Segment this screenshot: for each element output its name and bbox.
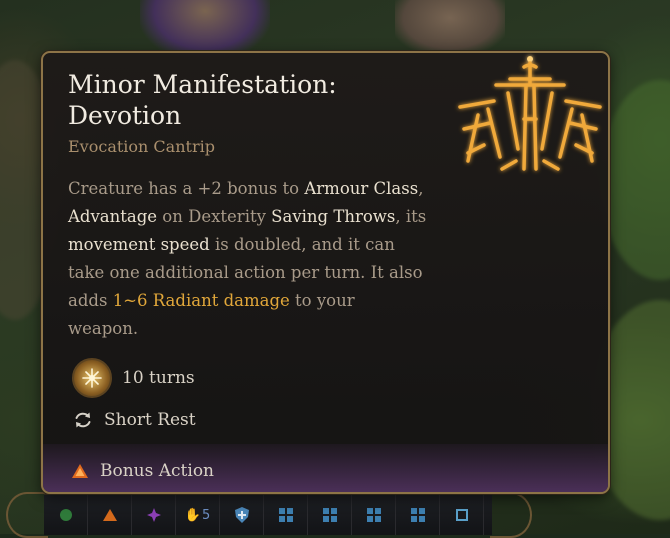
spell-title: Minor Manifestation: Devotion — [68, 70, 337, 130]
radiant-deity-emblem-icon — [458, 56, 602, 171]
action-circle-icon — [59, 509, 72, 521]
short-rest-cycle-icon — [72, 409, 94, 431]
hotbar-slot-grid-3[interactable] — [352, 495, 396, 535]
duration-label: 10 turns — [122, 368, 195, 388]
hotbar-slot-spell[interactable] — [132, 495, 176, 535]
spell-tooltip: Minor Manifestation: Devotion Evocation … — [41, 51, 610, 494]
spell-description: Creature has a +2 bonus to Armour Class,… — [68, 175, 428, 343]
hand-counter-label: 5 — [201, 507, 211, 523]
recharge-row: Short Rest — [70, 409, 196, 431]
hotbar-slot-bonus-action[interactable] — [88, 495, 132, 535]
hotbar-slot-grid-1[interactable] — [264, 495, 308, 535]
bonus-action-triangle-icon — [102, 509, 117, 521]
recharge-label: Short Rest — [104, 410, 196, 430]
cost-row: Bonus Action — [70, 461, 214, 481]
hotbar-slot-grid-2[interactable] — [308, 495, 352, 535]
character-right — [395, 0, 505, 54]
desc-segment: on Dexterity — [157, 207, 272, 226]
grid-icon — [322, 508, 337, 522]
hotbar-slot-hand[interactable]: ✋ 5 — [176, 495, 220, 535]
hotbar-slot-action[interactable] — [44, 495, 88, 535]
cost-label: Bonus Action — [100, 461, 215, 481]
keyword-advantage[interactable]: Advantage — [68, 207, 157, 226]
desc-segment: , — [418, 179, 424, 198]
keyword-saving-throws[interactable]: Saving Throws — [271, 207, 395, 226]
keyword-armour-class[interactable]: Armour Class — [304, 179, 418, 198]
damage-radiant: 1~6 Radiant damage — [112, 291, 290, 310]
hotbar-ornament-right — [490, 492, 532, 538]
spell-slot-star-icon — [146, 508, 161, 522]
bonus-action-triangle-icon — [70, 461, 90, 481]
foliage-right — [600, 80, 670, 280]
grid-icon — [366, 508, 381, 522]
hotbar-slot-grid-4[interactable] — [396, 495, 440, 535]
sun-burst-icon — [72, 358, 112, 398]
desc-segment: , its — [395, 207, 427, 226]
hand-counter-icon: ✋ — [184, 507, 201, 523]
grid-icon — [278, 508, 293, 522]
hotbar-slot-small[interactable] — [440, 495, 484, 535]
keyword-movement-speed[interactable]: movement speed — [68, 235, 210, 254]
duration-row: 10 turns — [70, 358, 195, 398]
grid-icon — [410, 508, 425, 522]
hotbar-slot-shield[interactable] — [220, 495, 264, 535]
desc-segment: Creature has a +2 bonus to — [68, 179, 305, 198]
small-square-icon — [455, 509, 468, 521]
spell-school: Evocation Cantrip — [68, 137, 215, 156]
hotbar-ornament-left — [6, 492, 48, 538]
hotbar: ✋ 5 — [44, 494, 492, 535]
shield-cross-icon — [234, 507, 249, 523]
